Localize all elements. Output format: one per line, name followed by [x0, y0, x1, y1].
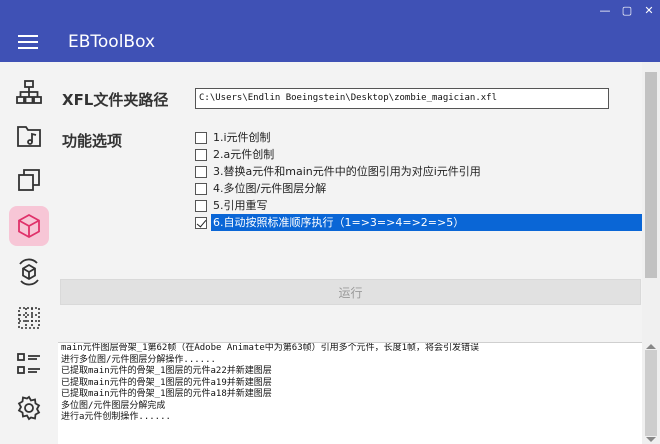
option-checkbox[interactable]	[195, 165, 207, 178]
option-checkbox[interactable]	[195, 131, 207, 144]
log-line: 进行多位图/元件图层分解操作......	[61, 354, 216, 365]
gear-icon	[17, 395, 41, 421]
option-label: 1.i元件创制	[213, 131, 271, 144]
option-1[interactable]: 1.i元件创制	[195, 129, 273, 146]
window-titlebar: — ▢ ✕	[0, 0, 660, 22]
option-label: 6.自动按照标准顺序执行（1=>3=>4=>2=>5）	[211, 214, 643, 231]
option-2[interactable]: 2.a元件创制	[195, 146, 276, 163]
options-label: 功能选项	[62, 132, 123, 150]
option-checkbox[interactable]	[195, 148, 207, 161]
copy-icon	[18, 169, 40, 191]
scrollbar-thumb[interactable]	[645, 72, 657, 278]
minimize-button[interactable]: —	[597, 3, 613, 19]
option-label: 4.多位图/元件图层分解	[213, 182, 327, 195]
option-checkbox-checked[interactable]	[195, 216, 207, 229]
maximize-button[interactable]: ▢	[619, 3, 635, 19]
list-icon	[17, 353, 40, 374]
content-scrollbar[interactable]	[642, 62, 660, 342]
close-button[interactable]: ✕	[641, 3, 657, 19]
option-6[interactable]: 6.自动按照标准顺序执行（1=>3=>4=>2=>5）	[195, 214, 643, 231]
sidebar-item-list[interactable]	[9, 344, 49, 384]
log-line: main元件图层骨架_1第62帧（在Adobe Animate中为第63帧）引用…	[61, 343, 480, 353]
main-panel: XFL文件夹路径 C:\Users\Endlin Boeingstein\Des…	[58, 62, 660, 444]
sidebar-item-settings[interactable]	[9, 388, 49, 428]
scroll-up-arrow-icon[interactable]	[646, 344, 656, 349]
log-line: 已提取main元件的骨架_1图层的元件a19并新建图层	[61, 377, 272, 388]
scrollbar-thumb[interactable]	[645, 350, 657, 436]
option-label: 3.替换a元件和main元件中的位图引用为对应i元件引用	[213, 165, 481, 178]
option-4[interactable]: 4.多位图/元件图层分解	[195, 180, 328, 197]
hierarchy-icon	[16, 80, 42, 104]
app-title: EBToolBox	[68, 32, 156, 52]
cube-refresh-icon	[19, 258, 39, 286]
option-checkbox[interactable]	[195, 182, 207, 195]
log-scrollbar[interactable]	[642, 342, 660, 444]
sidebar	[0, 62, 58, 444]
option-checkbox[interactable]	[195, 199, 207, 212]
log-line: 已提取main元件的骨架_1图层的元件a22并新建图层	[61, 366, 272, 376]
cube-icon	[18, 213, 40, 239]
xfl-path-input[interactable]: C:\Users\Endlin Boeingstein\Desktop\zomb…	[195, 88, 609, 109]
sidebar-item-dotted-grid[interactable]	[9, 298, 49, 338]
sidebar-item-cube[interactable]	[9, 206, 49, 246]
sidebar-item-hierarchy[interactable]	[9, 72, 49, 112]
sidebar-item-copy[interactable]	[9, 160, 49, 200]
option-label: 5.引用重写	[213, 199, 268, 212]
option-3[interactable]: 3.替换a元件和main元件中的位图引用为对应i元件引用	[195, 163, 483, 180]
option-label: 2.a元件创制	[213, 148, 275, 161]
option-5[interactable]: 5.引用重写	[195, 197, 270, 214]
music-folder-icon	[17, 126, 41, 147]
log-line: 已提取main元件的骨架_1图层的元件a18并新建图层	[61, 389, 272, 399]
log-line: 进行a元件创制操作......	[61, 412, 171, 422]
app-bar: EBToolBox	[0, 22, 660, 62]
sidebar-item-cube-refresh[interactable]	[9, 252, 49, 292]
run-button[interactable]: 运行	[60, 279, 641, 305]
log-line: 多位图/元件图层分解完成	[61, 400, 166, 411]
xfl-path-label: XFL文件夹路径	[62, 91, 169, 109]
dotted-grid-icon	[18, 307, 40, 329]
log-output[interactable]: main元件图层骨架_1第62帧（在Adobe Animate中为第63帧）引用…	[58, 342, 642, 444]
sidebar-item-music-folder[interactable]	[9, 116, 49, 156]
scroll-down-arrow-icon[interactable]	[646, 437, 656, 442]
menu-icon[interactable]	[18, 34, 38, 50]
